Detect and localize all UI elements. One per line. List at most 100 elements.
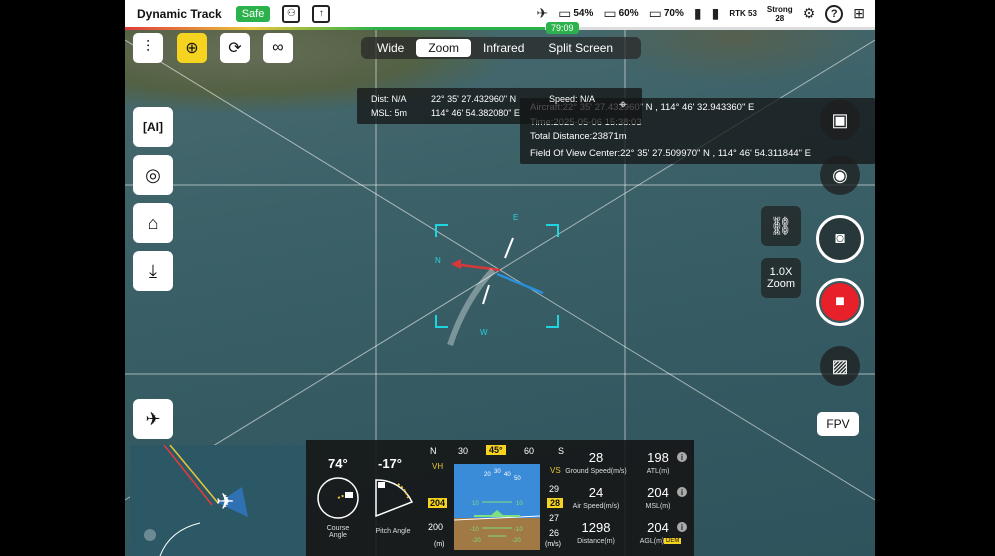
vs-tick-26: 26 [549,528,560,538]
info-icon[interactable]: i [677,487,687,497]
takeoff-icon[interactable]: ✈ [133,399,173,439]
battery-progress-bar [125,27,875,30]
pitch-angle-value: -17° [378,456,402,471]
msl-value: 204 [647,485,669,500]
distance-value: 1298 [581,520,611,535]
agl-value: 204 [647,520,669,535]
aircraft-map-icon: ✈ [216,489,234,514]
horizon-tick-40: 40 [504,472,511,478]
status-badge: Safe [235,5,271,22]
course-dial [317,477,359,519]
tab-zoom[interactable]: Zoom [416,39,472,57]
remote-signal-icon: ▮ [693,5,702,21]
total-distance: Total Distance:23871m [530,131,627,142]
course-angle-value: 74° [328,456,348,471]
grid-menu-icon[interactable]: ⊞ [853,5,865,22]
battery-1: ▭ 54% [558,5,594,21]
vs-current: 28 [547,498,564,508]
upload-icon[interactable]: ↑ [312,4,331,23]
atl-value: 198 [647,450,669,465]
fpv-button[interactable]: FPV [817,412,859,436]
camera-mode-tabs: Wide Zoom Infrared Split Screen [361,37,641,59]
pitch-ladder-m10-right: -10 [514,527,523,533]
rotate-icon[interactable]: ⟳ [220,33,250,63]
vs-tick-29: 29 [549,484,560,494]
target-msl: MSL: 5m [371,108,408,118]
air-speed-value: 24 [588,485,604,500]
link-icon[interactable]: ⛓ [761,206,801,246]
pitch-ladder-m20-right: -20 [512,538,521,544]
heading-60: 60 [524,446,535,456]
attitude-indicator: 20 30 40 50 10 10 -10 -10 -20 -20 [454,464,540,550]
pitch-ladder-m10-left: -10 [470,527,479,533]
vs-tick-27: 27 [549,513,560,523]
battery-2: ▭ 60% [603,5,639,21]
user-switch-icon[interactable]: ⚇ [282,4,301,23]
landing-icon[interactable]: ⤓ [133,251,173,291]
target-track-icon[interactable]: ⊕ [177,33,207,63]
media-gallery-icon[interactable]: ▨ [820,346,860,386]
fov-center: Field Of View Center:22° 35' 27.509970" … [530,148,811,159]
horizon-tick-20: 20 [484,472,491,478]
zoom-value: 1.0X [769,266,793,278]
vs-unit: (m/s) [545,541,561,548]
page-title: Dynamic Track [137,6,222,21]
gimbal-orbit-icon[interactable]: ◎ [133,155,173,195]
msl-label: MSL(m) [645,503,671,510]
atl-label: ATL(m) [646,468,670,475]
status-right: ✈ ▭ 54% ▭ 60% ▭ 70% ▮ ▮ RTK 53 Strong 28 ⚙ ?… [536,4,865,23]
pitch-ladder-10-right: 10 [516,501,523,507]
air-speed-label: Air Speed(m/s) [572,503,620,510]
camera-icon: ◙ [835,230,845,247]
gallery-settings-icon[interactable]: ▣ [820,100,860,140]
pitch-angle-label: Pitch Angle [375,528,411,535]
tab-infrared[interactable]: Infrared [471,39,536,57]
ground-speed-value: 28 [588,450,604,465]
zoom-button[interactable]: 1.0X Zoom [761,258,801,298]
camera-settings-icon[interactable]: ◉ [820,155,860,195]
location-pin-icon[interactable]: ⌖ [619,96,627,113]
video-signal-icon: ▮ [711,5,720,21]
battery-3: ▭ 70% [648,5,684,21]
horizon-tick-50: 50 [514,476,521,482]
settings-icon[interactable]: ⚙ [803,5,816,22]
distance-label: Distance(m) [577,538,615,545]
app-root: N E W Dynamic Track Safe ⚇ ↑ ✈ ▭ 54% ▭ 60%… [0,0,995,556]
heading-s: S [558,446,565,456]
loop-icon[interactable]: ∞ [263,33,293,63]
target-position-panel: Dist: N/A MSL: 5m 22° 35' 27.432960" N 1… [357,88,642,124]
rtk-indicator: RTK 53 [729,9,757,18]
mini-map[interactable]: ✈ [130,445,306,556]
target-lon: 114° 46' 54.382080" E [431,108,520,118]
compass-w-label: W [480,328,488,337]
heading-n: N [430,446,437,456]
vs-label: VS [550,466,561,475]
target-distance: Dist: N/A [371,94,407,104]
return-home-icon[interactable]: ⌂ [133,203,173,243]
tab-split-screen[interactable]: Split Screen [536,39,625,57]
horizon-tick-30: 30 [494,469,501,475]
vh-tick-200: 200 [428,522,444,532]
ground-speed-label: Ground Speed(m/s) [565,468,627,475]
video-icon: ■ [821,283,859,321]
help-icon[interactable]: ? [825,4,844,23]
pitch-ladder-m20-left: -20 [472,538,481,544]
status-bar: Dynamic Track Safe ⚇ ↑ ✈ ▭ 54% ▭ 60% ▭ 70% … [125,0,875,27]
compass-n-label: N [435,256,441,265]
photo-shutter-button[interactable]: ◙ [816,215,864,263]
heading-current: 45° [486,445,506,455]
course-angle-label: Course Angle [326,525,350,539]
tab-wide[interactable]: Wide [365,39,416,57]
info-icon[interactable]: i [677,522,687,532]
sliders-icon[interactable]: ⫶ [133,33,163,63]
info-icon[interactable]: i [677,452,687,462]
vh-unit: (m) [434,541,445,548]
ai-detect-icon[interactable]: [AI] [133,107,173,147]
flight-instrument-panel: 74° Course Angle -17° Pitch Angle N 30 4… [306,440,694,556]
home-point-icon [144,529,156,541]
zoom-label: Zoom [766,278,796,290]
record-video-button[interactable]: ■ [816,278,864,326]
vh-label: VH [432,462,444,471]
target-speed: Speed: N/A [549,94,596,104]
pitch-dial [375,479,414,518]
